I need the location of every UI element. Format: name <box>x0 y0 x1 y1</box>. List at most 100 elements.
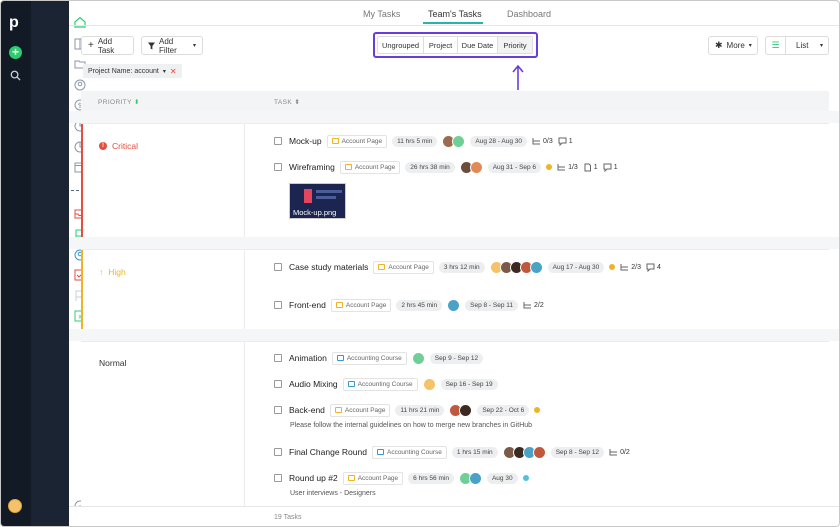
task-checkbox[interactable] <box>274 406 282 414</box>
group-due-date[interactable]: Due Date <box>458 37 498 53</box>
task-row[interactable]: Back-end Account Page 11 hrs 21 min Sep … <box>274 403 541 417</box>
task-checkbox[interactable] <box>274 137 282 145</box>
project-tag[interactable]: Account Page <box>339 160 401 174</box>
group-ungrouped[interactable]: Ungrouped <box>378 37 424 53</box>
thumbnail-preview <box>304 189 312 203</box>
view-label: List <box>796 41 809 50</box>
project-tag[interactable]: Account Page <box>330 298 392 312</box>
assignees[interactable] <box>447 298 461 312</box>
date-range[interactable]: Aug 30 <box>486 472 518 484</box>
project-tag[interactable]: Account Page <box>326 134 388 148</box>
add-task-button[interactable]: + Add Task <box>81 36 134 55</box>
date-range[interactable]: Sep 9 - Sep 12 <box>429 352 484 364</box>
task-name[interactable]: Front-end <box>289 300 326 310</box>
search-icon[interactable] <box>10 70 21 81</box>
add-filter-button[interactable]: Add Filter ▾ <box>141 36 203 55</box>
column-priority[interactable]: PRIORITY ⬍ <box>98 98 140 106</box>
assignees[interactable] <box>449 403 473 417</box>
task-row[interactable]: Final Change Round Accounting Course 1 h… <box>274 445 630 459</box>
time-estimate: 3 hrs 12 min <box>438 261 485 273</box>
tab-dashboard[interactable]: Dashboard <box>507 9 551 19</box>
file-icon <box>584 163 591 171</box>
subtask-icon <box>532 137 540 144</box>
comments-count: 4 <box>646 263 661 272</box>
more-button[interactable]: ✱ More ▾ <box>708 36 758 55</box>
task-row[interactable]: Front-end Account Page 2 hrs 45 min Sep … <box>274 298 544 312</box>
date-range[interactable]: Sep 22 - Oct 6 <box>477 404 530 416</box>
date-range[interactable]: Aug 17 - Aug 30 <box>547 261 605 273</box>
filter-chip[interactable]: Project Name: account ▾ ✕ <box>83 64 182 78</box>
task-name[interactable]: Animation <box>289 353 327 363</box>
subtasks-count: 0/2 <box>609 448 630 457</box>
list-view-icon: ☰ <box>766 37 786 54</box>
task-name[interactable]: Mock-up <box>289 136 322 146</box>
assignees[interactable] <box>422 377 436 391</box>
view-switcher[interactable]: ☰ List ▾ <box>765 36 829 55</box>
assignees[interactable] <box>411 351 425 365</box>
comment-icon <box>558 137 567 146</box>
task-name[interactable]: Back-end <box>289 405 325 415</box>
assignees[interactable] <box>459 160 483 174</box>
project-tag[interactable]: Accounting Course <box>331 351 407 365</box>
assignees[interactable] <box>502 445 546 459</box>
assignees[interactable] <box>489 260 543 274</box>
folder-icon <box>335 302 343 308</box>
date-range[interactable]: Sep 8 - Sep 11 <box>465 299 519 311</box>
task-checkbox[interactable] <box>274 380 282 388</box>
task-checkbox[interactable] <box>274 301 282 309</box>
task-count-footer: 19 Tasks <box>69 506 839 526</box>
assignees[interactable] <box>458 471 482 485</box>
task-row[interactable]: Wireframing Account Page 26 hrs 38 min A… <box>274 160 618 174</box>
task-checkbox[interactable] <box>274 474 282 482</box>
tab-teams-tasks[interactable]: Team's Tasks <box>428 9 482 19</box>
group-label: Normal <box>99 358 127 368</box>
group-priority[interactable]: Priority <box>498 37 532 53</box>
tab-my-tasks[interactable]: My Tasks <box>363 9 400 19</box>
task-checkbox[interactable] <box>274 354 282 362</box>
task-name[interactable]: Wireframing <box>289 162 335 172</box>
task-name[interactable]: Audio Mixing <box>289 379 338 389</box>
task-checkbox[interactable] <box>274 163 282 171</box>
filter-chip-label: Project Name: <box>88 67 133 75</box>
people-icon[interactable] <box>74 79 86 91</box>
status-dot <box>546 164 553 170</box>
date-range[interactable]: Aug 31 - Sep 6 <box>487 161 542 173</box>
user-avatar[interactable] <box>8 499 22 513</box>
comments-count: 1 <box>558 137 573 146</box>
column-task[interactable]: TASK ⬍ <box>274 98 300 106</box>
project-tag[interactable]: Account Page <box>342 471 404 485</box>
task-row[interactable]: Case study materials Account Page 3 hrs … <box>274 260 661 274</box>
attachment-thumbnail[interactable]: Mock-up.png <box>289 183 346 219</box>
more-label: More <box>726 41 745 50</box>
folder-icon <box>376 449 384 455</box>
task-row[interactable]: Round up #2 Account Page 6 hrs 56 min Au… <box>274 471 529 485</box>
funnel-icon <box>148 42 155 49</box>
spacer <box>69 237 839 249</box>
time-estimate: 1 hrs 15 min <box>451 446 498 458</box>
task-row[interactable]: Animation Accounting Course Sep 9 - Sep … <box>274 351 484 365</box>
sort-icon: ⬍ <box>134 99 140 106</box>
assignees[interactable] <box>442 134 466 148</box>
date-range[interactable]: Sep 16 - Sep 19 <box>440 378 498 390</box>
task-row[interactable]: Audio Mixing Accounting Course Sep 16 - … <box>274 377 498 391</box>
folder-icon <box>347 381 355 387</box>
date-range[interactable]: Sep 8 - Sep 12 <box>550 446 605 458</box>
task-row[interactable]: Mock-up Account Page 11 hrs 5 min Aug 28… <box>274 134 573 148</box>
close-icon[interactable]: ✕ <box>170 67 177 76</box>
task-name[interactable]: Final Change Round <box>289 447 367 457</box>
project-tag[interactable]: Account Page <box>373 260 434 274</box>
create-new-button[interactable]: + <box>9 46 22 59</box>
project-tag[interactable]: Accounting Course <box>371 445 447 459</box>
group-project[interactable]: Project <box>424 37 458 53</box>
project-tag[interactable]: Accounting Course <box>342 377 418 391</box>
project-tag[interactable]: Account Page <box>329 403 391 417</box>
task-checkbox[interactable] <box>274 448 282 456</box>
task-checkbox[interactable] <box>274 263 282 271</box>
date-range[interactable]: Aug 28 - Aug 30 <box>470 135 527 147</box>
task-name[interactable]: Round up #2 <box>289 473 338 483</box>
active-tab-indicator <box>423 22 483 24</box>
task-name[interactable]: Case study materials <box>289 262 368 272</box>
subtask-icon <box>609 448 618 455</box>
app-logo: p <box>9 14 19 31</box>
time-estimate: 11 hrs 21 min <box>395 404 445 416</box>
